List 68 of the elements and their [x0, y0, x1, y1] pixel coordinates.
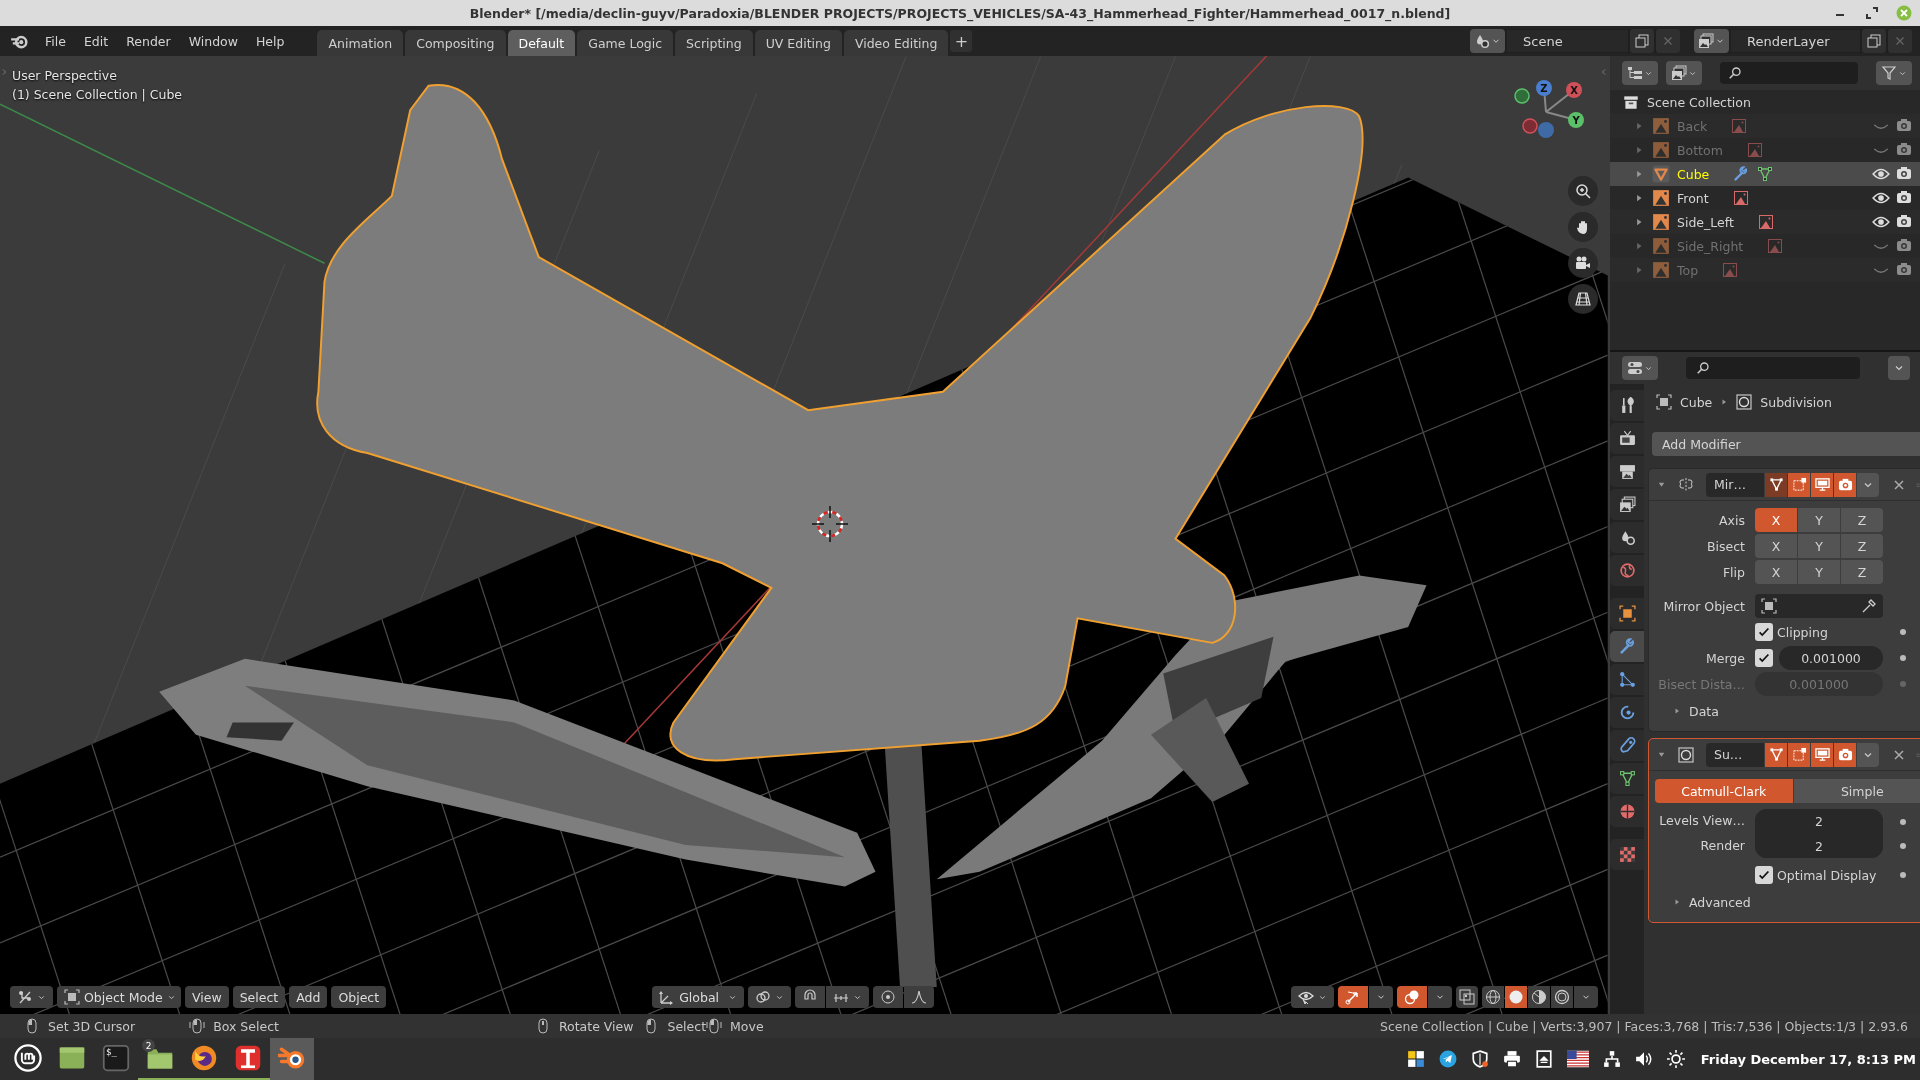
- workspace-tab[interactable]: Video Editing: [843, 30, 949, 56]
- axis-toggle[interactable]: Y: [1798, 560, 1840, 584]
- mode-dropdown[interactable]: Object Mode: [57, 986, 181, 1008]
- workspace-tab[interactable]: Scripting: [675, 30, 753, 56]
- subdivision-type-button[interactable]: Catmull-Clark: [1655, 779, 1793, 803]
- outliner-item[interactable]: Cube: [1677, 166, 1710, 182]
- optimal-display-checkbox[interactable]: Optimal Display: [1755, 866, 1883, 884]
- view-layer-name-field[interactable]: RenderLayer: [1731, 30, 1860, 52]
- view-name: User Perspective: [12, 68, 117, 83]
- axis-toggle[interactable]: Z: [1841, 534, 1883, 558]
- axis-toggle[interactable]: Z: [1841, 508, 1883, 532]
- menu-item[interactable]: File: [36, 29, 75, 53]
- menu-button[interactable]: Add: [289, 986, 328, 1008]
- outliner-item[interactable]: Scene Collection: [1647, 94, 1751, 110]
- badge: 2: [142, 1039, 155, 1052]
- menu-button[interactable]: Object: [331, 986, 387, 1008]
- axis-toggle[interactable]: Z: [1841, 560, 1883, 584]
- hint-label: Move: [730, 1018, 764, 1034]
- terminal-icon[interactable]: $_: [102, 1044, 130, 1072]
- axis-toggle[interactable]: X: [1755, 560, 1797, 584]
- field-label: Bisect Dista…: [1657, 676, 1745, 692]
- modifier-name-field[interactable]: Mir…: [1706, 472, 1764, 497]
- modifier-name-field[interactable]: Su…: [1706, 742, 1764, 767]
- field-label: Mirror Object: [1662, 598, 1745, 614]
- context-label: (1) Scene Collection | Cube: [12, 87, 183, 102]
- field-label: Merge: [1704, 650, 1745, 666]
- add-workspace-button[interactable]: +: [950, 30, 973, 52]
- hint-label: Select: [667, 1018, 707, 1034]
- axis-toggle[interactable]: Y: [1798, 534, 1840, 558]
- breadcrumb-item[interactable]: Cube: [1680, 394, 1713, 410]
- field-label: Flip: [1721, 564, 1745, 580]
- hint-label: Box Select: [213, 1018, 279, 1034]
- workspace-tab[interactable]: Default: [507, 30, 576, 56]
- add-modifier-dropdown[interactable]: Add Modifier: [1652, 432, 1920, 456]
- workspace-tab[interactable]: Compositing: [405, 30, 506, 56]
- scene-statistics: Scene Collection | Cube | Verts:3,907 | Faces:3,768 | Tris:7,536 | Objects:1/3 | 2.93.6: [1380, 1018, 1908, 1034]
- clock[interactable]: Friday December 17, 8:13 PM: [1700, 1051, 1916, 1067]
- menu-item[interactable]: Window: [179, 29, 247, 53]
- number-field[interactable]: 0.001000: [1779, 646, 1883, 670]
- axis-toggle[interactable]: Y: [1798, 508, 1840, 532]
- scene-name-field[interactable]: Scene: [1507, 30, 1628, 52]
- axis-toggle[interactable]: X: [1755, 508, 1797, 532]
- menu-button[interactable]: View: [185, 986, 229, 1008]
- subpanel-header[interactable]: Advanced: [1649, 888, 1920, 916]
- subpanel-header[interactable]: Data: [1649, 697, 1920, 725]
- axis-toggle[interactable]: X: [1755, 534, 1797, 558]
- field-label: Bisect: [1705, 538, 1745, 554]
- window-title: Blender* [/media/declin-guyv/Paradoxia/BLENDER PROJECTS/PROJECTS_VEHICLES/SA-43_Hammerhead_Fighter/Hammerhead_0017_n.blend]: [469, 5, 1451, 21]
- number-field: 0.001000: [1755, 672, 1883, 696]
- navigation-gizmo[interactable]: X Y Z: [1514, 78, 1584, 144]
- breadcrumb-item[interactable]: Subdivision: [1760, 394, 1832, 410]
- field-label: Levels View…: [1658, 812, 1745, 830]
- workspace-tab[interactable]: UV Editing: [754, 30, 842, 56]
- hint-label: Set 3D Cursor: [48, 1018, 136, 1034]
- outliner-item[interactable]: Front: [1677, 190, 1709, 206]
- field-label: Render: [1699, 837, 1745, 855]
- workspace-tab[interactable]: Game Logic: [577, 30, 674, 56]
- menu-item[interactable]: Render: [117, 29, 180, 53]
- orientation-dropdown[interactable]: Global: [652, 986, 745, 1008]
- clipping-checkbox[interactable]: Clipping: [1755, 623, 1883, 641]
- hint-label: Rotate View: [558, 1018, 634, 1034]
- field-label: Axis: [1718, 512, 1745, 528]
- menu-item[interactable]: Edit: [74, 29, 118, 53]
- outliner-item[interactable]: Side_Left: [1677, 214, 1734, 230]
- menu-item[interactable]: Help: [246, 29, 294, 53]
- workspace-tab[interactable]: Animation: [317, 30, 404, 56]
- menu-button[interactable]: Select: [232, 986, 286, 1008]
- subdivision-type-button[interactable]: Simple: [1793, 779, 1920, 803]
